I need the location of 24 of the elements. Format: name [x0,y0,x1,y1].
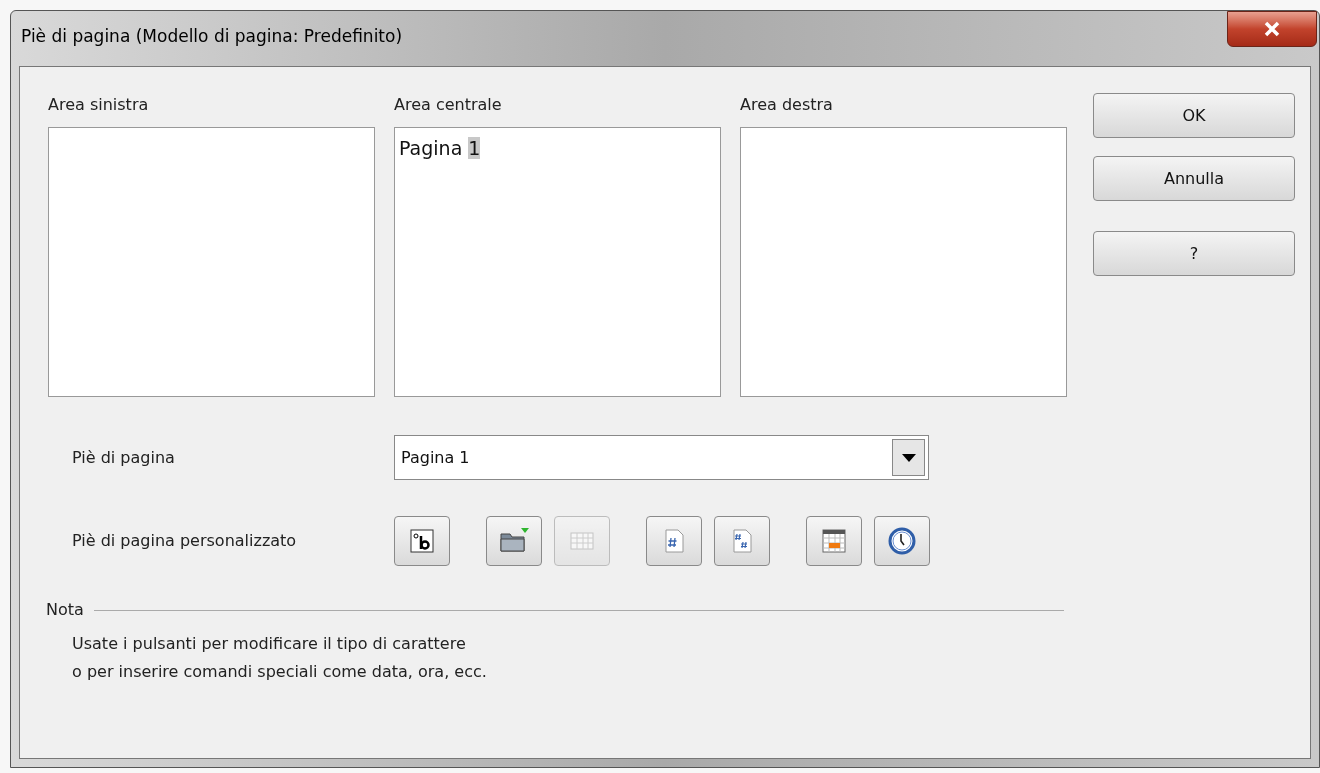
selected-text: 1 [468,137,481,159]
toolbar-button[interactable] [806,516,862,566]
area-text: Pagina [399,137,463,159]
note-title: Nota [46,599,84,621]
toolbar-button[interactable] [874,516,930,566]
close-button[interactable] [1227,10,1317,47]
dialog-button[interactable]: OK [1093,93,1295,138]
footer-label: Piè di pagina [72,446,176,469]
note-text: Usate i pulsanti per modificare il tipo di carattere [72,633,467,655]
dialog-button[interactable]: Annulla [1093,156,1295,201]
area-label: Area sinistra [48,94,150,116]
window-title: Piè di pagina (Modello di pagina: Predefinito) [21,24,403,48]
dialog-button[interactable]: ? [1093,231,1295,276]
dropdown-arrow-icon [901,453,916,462]
area-label: Area destra [740,94,834,116]
area-text-box[interactable]: Pagina 1 [394,127,721,397]
toolbar-button[interactable] [394,516,450,566]
footer-dropdown[interactable]: Pagina 1 [394,435,929,480]
note-text: o per inserire comandi speciali come data, ora, ecc. [72,661,488,683]
dropdown-value: Pagina 1 [401,446,470,469]
close-icon [1263,20,1281,37]
clock-icon [886,525,918,557]
custom-footer-label: Piè di pagina personalizzato [72,530,298,552]
area-label: Area centrale [394,94,503,116]
